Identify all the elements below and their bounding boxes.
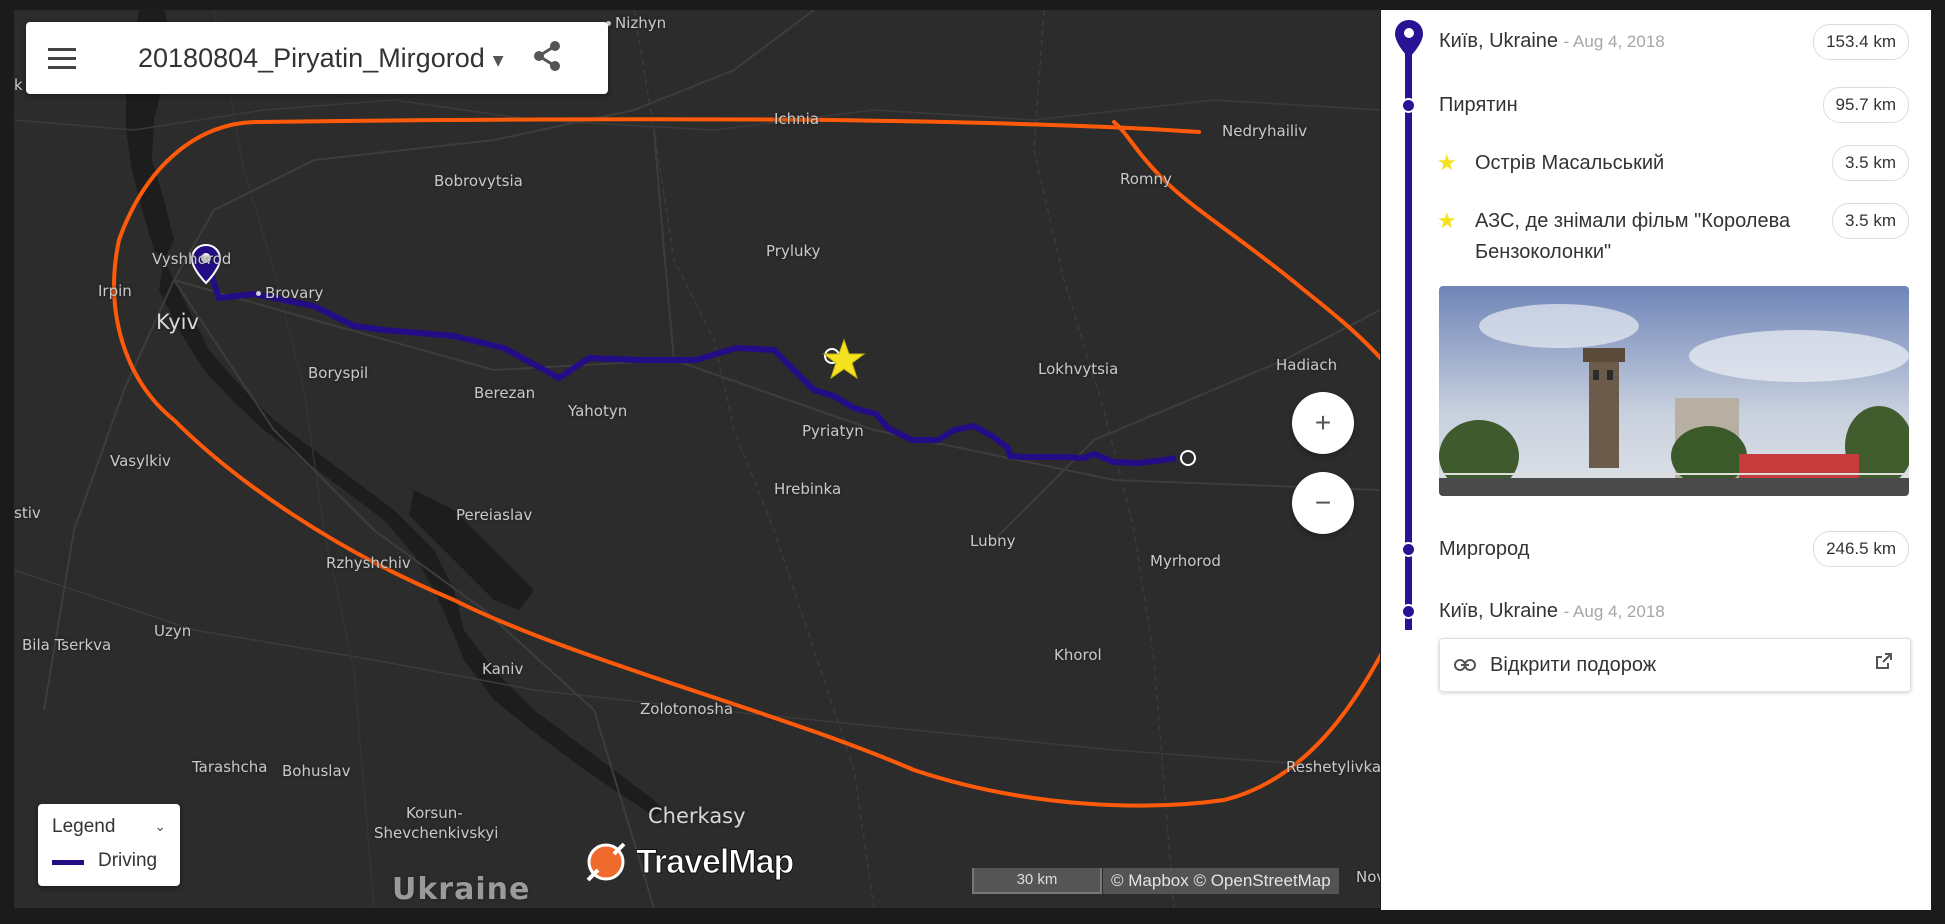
stop-kyiv-end[interactable]: Київ, Ukraine - Aug 4, 2018 xyxy=(1439,600,1665,623)
distance-badge: 246.5 km xyxy=(1813,531,1909,567)
menu-icon[interactable] xyxy=(48,38,106,78)
myrhorod-marker xyxy=(1180,450,1196,466)
city-label: Uzyn xyxy=(154,622,192,640)
timeline-bullet xyxy=(1401,604,1416,619)
map-legend[interactable]: Legend ⌄ Driving xyxy=(38,804,180,886)
city-label: Nedryhailiv xyxy=(1222,122,1308,140)
share-icon[interactable] xyxy=(532,40,562,76)
stop-masalskyi-island[interactable]: Острів Масальський xyxy=(1475,152,1664,175)
location-pin-icon xyxy=(1395,20,1423,58)
stop-pyriatyn[interactable]: Пирятин xyxy=(1439,94,1518,117)
city-label: Kaniv xyxy=(482,660,524,678)
city-label: Cherkasy xyxy=(648,804,746,828)
country-label: Ukraine xyxy=(392,872,531,907)
city-label: Khorol xyxy=(1054,646,1102,664)
star-marker-icon xyxy=(822,338,866,380)
city-label: Zolotonosha xyxy=(640,700,734,718)
city-label: Ichnia xyxy=(774,110,820,128)
city-label: Hadiach xyxy=(1276,356,1338,374)
driving-line-swatch xyxy=(52,860,84,865)
city-label: Pryluky xyxy=(766,242,821,260)
city-label: Nizhyn xyxy=(606,14,666,32)
city-label: Boryspil xyxy=(308,364,369,382)
map-attribution[interactable]: © Mapbox © OpenStreetMap xyxy=(1103,868,1339,894)
city-label: Bila Tserkva xyxy=(22,636,112,654)
distance-badge: 95.7 km xyxy=(1822,87,1909,123)
city-label: Nov xyxy=(1356,868,1380,886)
stop-myrhorod[interactable]: Миргород xyxy=(1439,538,1529,561)
distance-badge: 153.4 km xyxy=(1813,24,1909,60)
link-icon xyxy=(1454,659,1476,671)
city-label: Rzhyshchiv xyxy=(326,554,411,572)
brand-name: TravelMap xyxy=(635,842,794,881)
zoom-out-button[interactable]: − xyxy=(1292,472,1354,534)
distance-badge: 3.5 km xyxy=(1831,145,1909,181)
city-label: Shevchenkivskyi xyxy=(374,824,499,842)
city-label: Bohuslav xyxy=(282,762,351,780)
stop-gas-station[interactable]: АЗС, де знімали фільм "Королева Бензокол… xyxy=(1475,210,1790,264)
city-label: Lokhvytsia xyxy=(1038,360,1119,378)
map-canvas[interactable]: Nizhyn Ichnia Nedryhailiv Bobrovytsia Ro… xyxy=(14,10,1380,908)
city-label: Brovary xyxy=(256,284,323,302)
city-label: Yahotyn xyxy=(568,402,628,420)
city-label: Kyiv xyxy=(156,310,199,334)
city-label: Irpin xyxy=(98,282,132,300)
city-label: Romny xyxy=(1120,170,1172,188)
city-label: stiv xyxy=(14,504,41,522)
city-label: Tarashcha xyxy=(192,758,268,776)
open-trip-button[interactable]: Відкрити подорож xyxy=(1439,638,1911,692)
chevron-down-icon[interactable]: ⌄ xyxy=(154,818,166,835)
city-label: Bobrovytsia xyxy=(434,172,523,190)
trip-itinerary-panel: Київ, Ukraine - Aug 4, 2018 153.4 km Пир… xyxy=(1381,10,1931,910)
dnipro-river xyxy=(159,260,664,816)
star-icon: ★ xyxy=(1437,150,1457,175)
city-label: Reshetylivka xyxy=(1286,758,1380,776)
distance-badge: 3.5 km xyxy=(1831,203,1909,239)
external-link-icon xyxy=(1876,653,1892,669)
zoom-in-button[interactable]: + xyxy=(1292,392,1354,454)
star-icon: ★ xyxy=(1437,208,1457,233)
city-label: Vasylkiv xyxy=(110,452,171,470)
trip-title[interactable]: 20180804_Piryatin_Mirgorod xyxy=(138,43,485,74)
city-label: Korsun- xyxy=(406,804,463,822)
trip-title-bar: 20180804_Piryatin_Mirgorod ▼ xyxy=(26,22,608,94)
legend-title: Legend xyxy=(52,816,116,837)
city-label: Berezan xyxy=(474,384,536,402)
city-label: Vyshhorod xyxy=(152,250,232,268)
city-label: k xyxy=(14,76,23,94)
timeline-bullet xyxy=(1401,542,1416,557)
stop-kyiv-start[interactable]: Київ, Ukraine - Aug 4, 2018 xyxy=(1439,30,1665,53)
travelmap-logo-icon xyxy=(586,842,626,882)
stop-photo[interactable] xyxy=(1439,286,1909,496)
legend-item-driving: Driving xyxy=(98,850,158,871)
city-label: Lubny xyxy=(970,532,1016,550)
city-label: Pyriatyn xyxy=(802,422,864,440)
city-label: Myrhorod xyxy=(1150,552,1221,570)
travelmap-logo: TravelMap xyxy=(584,840,795,884)
map-scale: 30 km xyxy=(972,868,1102,894)
city-label: Pereiaslav xyxy=(456,506,533,524)
timeline-bullet xyxy=(1401,98,1416,113)
chevron-down-icon[interactable]: ▼ xyxy=(493,53,504,69)
city-label: Hrebinka xyxy=(774,480,842,498)
